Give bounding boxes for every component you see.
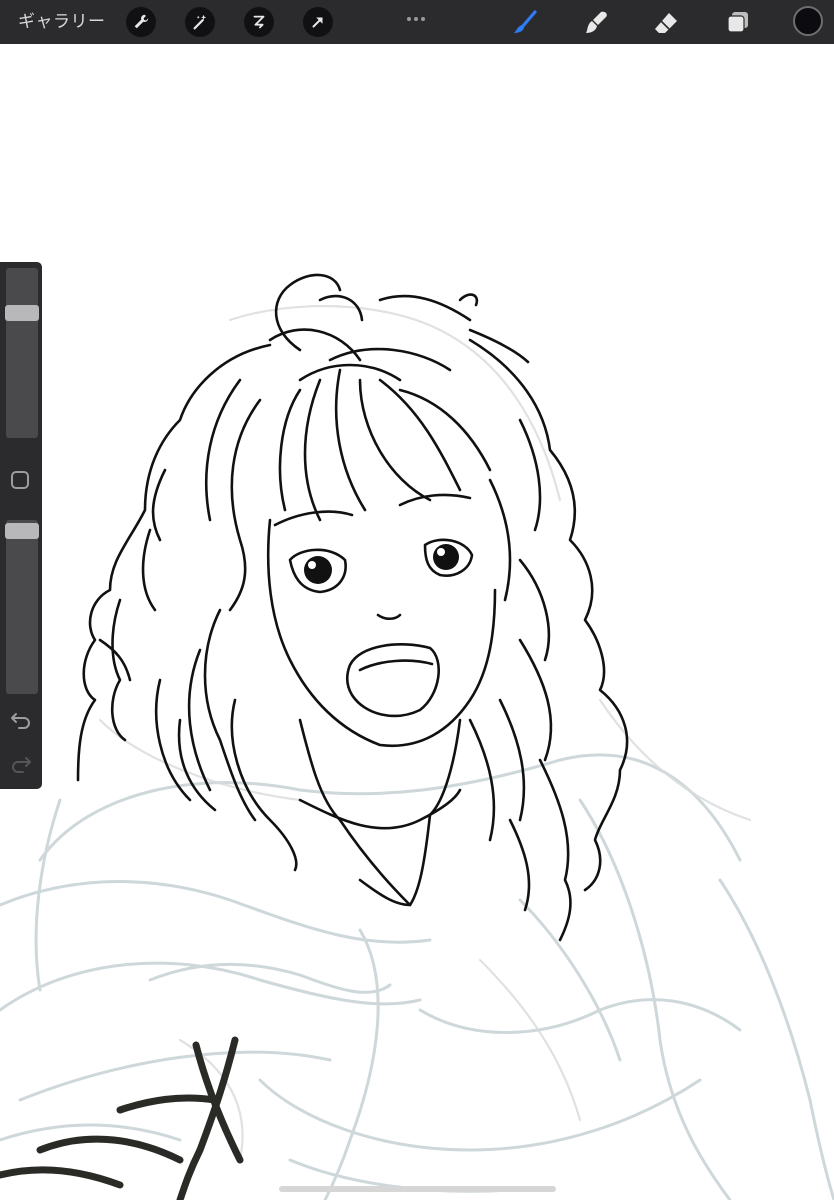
- artwork: [0, 273, 834, 1200]
- drawing-canvas[interactable]: [0, 44, 834, 1200]
- transform-arrow-icon[interactable]: [303, 7, 333, 37]
- line-art: [76, 273, 629, 942]
- color-picker[interactable]: [793, 6, 823, 36]
- opacity-thumb[interactable]: [5, 523, 39, 539]
- left-sidebar: [0, 262, 42, 789]
- selection-s-icon[interactable]: [244, 7, 274, 37]
- layers-icon[interactable]: [722, 6, 754, 38]
- redo-icon[interactable]: [10, 754, 32, 774]
- home-indicator[interactable]: [279, 1186, 556, 1192]
- gallery-button[interactable]: ギャラリー: [18, 0, 106, 44]
- brush-size-thumb[interactable]: [5, 305, 39, 321]
- dark-strokes: [0, 1036, 244, 1200]
- wrench-icon[interactable]: [126, 7, 156, 37]
- magic-wand-icon[interactable]: [185, 7, 215, 37]
- brush-size-slider[interactable]: [5, 268, 39, 438]
- eraser-icon[interactable]: [650, 6, 682, 38]
- more-options-icon[interactable]: [405, 6, 429, 21]
- brush-icon[interactable]: [509, 6, 541, 38]
- top-toolbar: ギャラリー: [0, 0, 834, 44]
- modify-square-icon[interactable]: [11, 471, 29, 489]
- opacity-slider[interactable]: [5, 520, 39, 694]
- smudge-icon[interactable]: [580, 6, 612, 38]
- undo-icon[interactable]: [10, 710, 32, 730]
